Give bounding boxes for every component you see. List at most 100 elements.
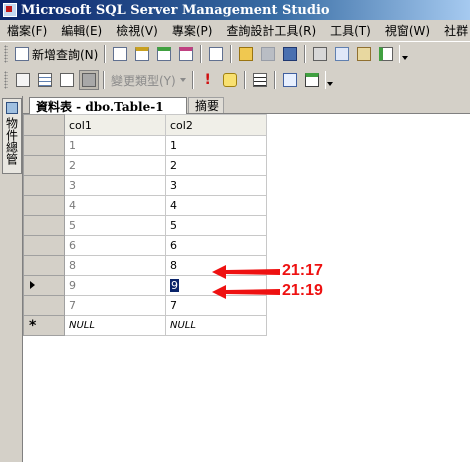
row-header[interactable] — [23, 195, 65, 216]
cell-col1[interactable]: 9 — [64, 275, 166, 296]
show-sql-pane-button[interactable] — [57, 70, 77, 90]
current-row-indicator-icon — [30, 281, 35, 289]
toolbar-separator — [200, 45, 203, 63]
row-header-current[interactable] — [23, 275, 65, 296]
table-row: 5 5 — [23, 215, 267, 236]
object-explorer-button[interactable] — [332, 44, 352, 64]
row-header[interactable] — [23, 255, 65, 276]
toolbar-separator — [104, 45, 107, 63]
cell-col2-null[interactable]: NULL — [165, 315, 267, 336]
group-by-button[interactable] — [250, 70, 270, 90]
menu-tools[interactable]: 工具(T) — [323, 22, 378, 39]
chevron-down-icon — [401, 56, 408, 60]
toolbar-separator — [230, 45, 233, 63]
toolbar-grip[interactable] — [4, 45, 8, 63]
dmx-query-icon — [157, 47, 172, 61]
show-sql-pane-icon — [60, 73, 74, 87]
properties-button[interactable] — [376, 44, 396, 64]
execute-sql-button[interactable]: ! — [198, 70, 218, 90]
new-database-query-button[interactable] — [206, 44, 226, 64]
cell-col1[interactable]: 3 — [64, 175, 166, 196]
table-row: 3 3 — [23, 175, 267, 196]
toolbar-separator — [103, 71, 105, 89]
show-results-pane-button[interactable] — [79, 70, 99, 90]
row-header[interactable] — [23, 155, 65, 176]
menu-community[interactable]: 社群 — [437, 22, 470, 39]
cell-col2[interactable]: 3 — [165, 175, 267, 196]
mdx-query-icon — [135, 47, 150, 61]
change-type-label: 變更類型(Y) — [111, 73, 176, 88]
add-new-derived-table-button[interactable] — [302, 70, 322, 90]
row-header[interactable] — [23, 135, 65, 156]
table-row-new: * NULL NULL — [23, 315, 267, 336]
verify-sql-button[interactable] — [220, 70, 240, 90]
tab-table-design[interactable]: 資料表 - dbo.Table-1 — [29, 97, 187, 114]
cell-col1[interactable]: 8 — [64, 255, 166, 276]
row-header[interactable] — [23, 235, 65, 256]
menu-file[interactable]: 檔案(F) — [0, 22, 54, 39]
cell-col1[interactable]: 4 — [64, 195, 166, 216]
template-explorer-button[interactable] — [354, 44, 374, 64]
show-criteria-pane-button[interactable] — [35, 70, 55, 90]
show-results-pane-icon — [82, 73, 96, 87]
cell-col1[interactable]: 1 — [64, 135, 166, 156]
xmla-query-button[interactable] — [176, 44, 196, 64]
row-header-new[interactable]: * — [23, 315, 65, 336]
cell-col2[interactable]: 5 — [165, 215, 267, 236]
cell-col1[interactable]: 2 — [64, 155, 166, 176]
registered-servers-button[interactable] — [310, 44, 330, 64]
document-tabs: 資料表 - dbo.Table-1 摘要 — [23, 96, 470, 114]
row-header[interactable] — [23, 175, 65, 196]
menu-project[interactable]: 專案(P) — [165, 22, 220, 39]
dmx-query-button[interactable] — [154, 44, 174, 64]
column-header-col2[interactable]: col2 — [165, 114, 267, 136]
table-row: 4 4 — [23, 195, 267, 216]
annotation-label: 21:19 — [282, 282, 323, 299]
new-query-button[interactable]: 新增查詢(N) — [12, 44, 101, 64]
menu-edit[interactable]: 編輯(E) — [54, 22, 109, 39]
toolbar-grip[interactable] — [4, 71, 8, 89]
menu-query-designer[interactable]: 查詢設計工具(R) — [219, 22, 323, 39]
cell-col2[interactable]: 4 — [165, 195, 267, 216]
cell-col1[interactable]: 5 — [64, 215, 166, 236]
menu-view[interactable]: 檢視(V) — [109, 22, 165, 39]
toolbar-overflow-button[interactable] — [324, 71, 335, 89]
cell-col2[interactable]: 2 — [165, 155, 267, 176]
add-table-button[interactable] — [280, 70, 300, 90]
tab-label: 摘要 — [195, 99, 220, 113]
object-explorer-tab[interactable]: 物件總管 — [2, 98, 22, 174]
cell-col1[interactable]: 7 — [64, 295, 166, 316]
selected-cell-text[interactable]: 9 — [170, 279, 179, 292]
grid-corner[interactable] — [23, 114, 65, 136]
mdx-query-button[interactable] — [132, 44, 152, 64]
table-row: 6 6 — [23, 235, 267, 256]
table-row: 2 2 — [23, 155, 267, 176]
title-bar: Microsoft SQL Server Management Studio — [0, 0, 470, 20]
pin-icon[interactable] — [6, 102, 18, 114]
toolbar-overflow-button[interactable] — [399, 45, 409, 63]
chevron-down-icon — [327, 82, 334, 86]
new-file-button[interactable] — [110, 44, 130, 64]
save-all-button[interactable] — [280, 44, 300, 64]
annotation-label: 21:17 — [282, 262, 323, 279]
cell-col1-null[interactable]: NULL — [64, 315, 166, 336]
row-header[interactable] — [23, 215, 65, 236]
change-type-dropdown[interactable]: 變更類型(Y) — [108, 70, 189, 90]
toolbar-separator — [191, 71, 194, 89]
column-header-col1[interactable]: col1 — [64, 114, 166, 136]
tab-summary[interactable]: 摘要 — [188, 97, 224, 113]
save-button[interactable] — [258, 44, 278, 64]
show-diagram-pane-button[interactable] — [13, 70, 33, 90]
open-file-button[interactable] — [236, 44, 256, 64]
query-designer-toolbar: 變更類型(Y) ! — [0, 68, 470, 92]
cell-col2[interactable]: 1 — [165, 135, 267, 156]
verify-sql-icon — [222, 73, 237, 87]
cell-col1[interactable]: 6 — [64, 235, 166, 256]
red-arrow-icon — [212, 265, 280, 279]
row-header[interactable] — [23, 295, 65, 316]
annotation-1: 21:17 — [210, 262, 330, 282]
cell-col2[interactable]: 6 — [165, 235, 267, 256]
show-criteria-pane-icon — [38, 73, 52, 87]
add-new-derived-table-icon — [304, 73, 319, 87]
menu-window[interactable]: 視窗(W) — [378, 22, 437, 39]
